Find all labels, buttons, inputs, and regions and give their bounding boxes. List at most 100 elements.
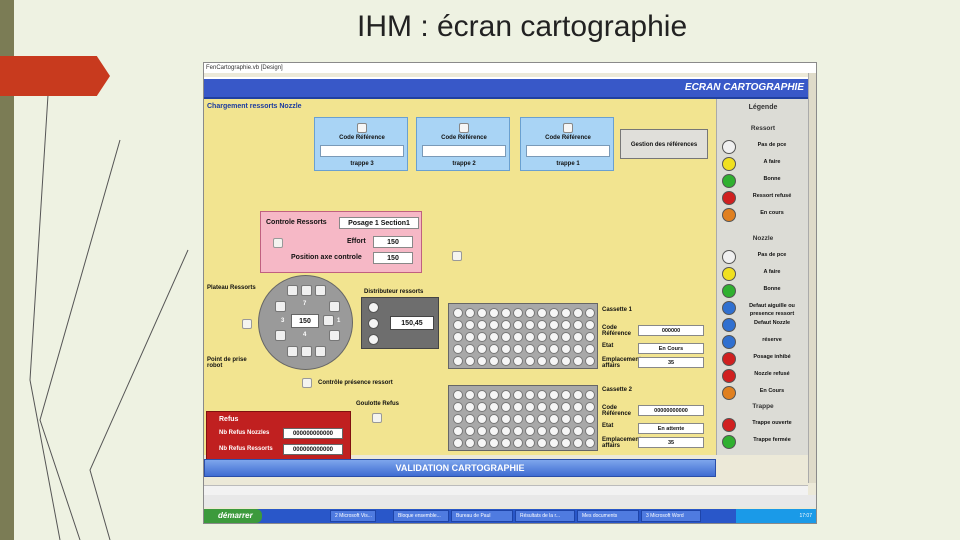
taskbar-item[interactable]: Bloque ensemble...	[393, 510, 449, 522]
cassette-slot[interactable]	[453, 332, 463, 342]
distributeur-slot[interactable]	[368, 302, 379, 313]
cassette-slot[interactable]	[585, 426, 595, 436]
cassette-slot[interactable]	[453, 402, 463, 412]
cassette-slot[interactable]	[549, 414, 559, 424]
cassette-slot[interactable]	[477, 344, 487, 354]
cassette-slot[interactable]	[573, 332, 583, 342]
cassette-slot[interactable]	[525, 320, 535, 330]
cassette-slot[interactable]	[477, 414, 487, 424]
cassette-slot[interactable]	[537, 426, 547, 436]
cassette-slot[interactable]	[561, 426, 571, 436]
cassette-slot[interactable]	[453, 356, 463, 366]
cassette-slot[interactable]	[585, 332, 595, 342]
cassette-slot[interactable]	[573, 390, 583, 400]
cassette-slot[interactable]	[465, 344, 475, 354]
plateau-slot[interactable]	[329, 330, 340, 341]
cassette-slot[interactable]	[573, 356, 583, 366]
cassette-slot[interactable]	[561, 438, 571, 448]
plateau-slot[interactable]	[329, 301, 340, 312]
plateau-slot[interactable]	[275, 301, 286, 312]
cassette-slot[interactable]	[513, 390, 523, 400]
cassette-slot[interactable]	[537, 320, 547, 330]
cassette-slot[interactable]	[585, 308, 595, 318]
taskbar-item[interactable]: 2 Microsoft Vis...	[330, 510, 376, 522]
cassette-slot[interactable]	[525, 402, 535, 412]
plateau-side-checkbox[interactable]	[242, 319, 252, 329]
cassette-slot[interactable]	[525, 438, 535, 448]
cassette-slot[interactable]	[477, 356, 487, 366]
vertical-scrollbar[interactable]	[808, 73, 816, 483]
cassette-slot[interactable]	[453, 414, 463, 424]
cassette-slot[interactable]	[477, 390, 487, 400]
cassette-slot[interactable]	[501, 426, 511, 436]
cassette-slot[interactable]	[561, 344, 571, 354]
cassette-slot[interactable]	[501, 320, 511, 330]
trap-3-code-field[interactable]	[320, 145, 404, 157]
cassette-slot[interactable]	[549, 344, 559, 354]
cassette-slot[interactable]	[465, 332, 475, 342]
cassette-slot[interactable]	[453, 426, 463, 436]
cassette-slot[interactable]	[477, 320, 487, 330]
cassette-slot[interactable]	[537, 308, 547, 318]
trap-2-code-field[interactable]	[422, 145, 506, 157]
cassette-slot[interactable]	[561, 390, 571, 400]
cassette-slot[interactable]	[549, 426, 559, 436]
refus-ressorts-value[interactable]: 000000000000	[283, 444, 343, 455]
horizontal-scrollbar[interactable]	[204, 485, 808, 495]
cassette-slot[interactable]	[513, 438, 523, 448]
cassette-slot[interactable]	[585, 438, 595, 448]
cassette-slot[interactable]	[573, 438, 583, 448]
cassette-slot[interactable]	[489, 308, 499, 318]
cassette-slot[interactable]	[465, 426, 475, 436]
cassette-1-code-value[interactable]: 000000	[638, 325, 704, 336]
cassette-slot[interactable]	[585, 390, 595, 400]
cassette-slot[interactable]	[525, 356, 535, 366]
cassette-slot[interactable]	[453, 308, 463, 318]
cassette-slot[interactable]	[501, 390, 511, 400]
plateau-slot[interactable]	[315, 346, 326, 357]
cassette-slot[interactable]	[537, 332, 547, 342]
validation-cartographie-button[interactable]: VALIDATION CARTOGRAPHIE	[204, 459, 716, 477]
cassette-slot[interactable]	[573, 344, 583, 354]
cassette-slot[interactable]	[573, 320, 583, 330]
cassette-slot[interactable]	[501, 332, 511, 342]
cassette-slot[interactable]	[561, 414, 571, 424]
cassette-slot[interactable]	[513, 426, 523, 436]
plateau-slot[interactable]	[287, 346, 298, 357]
plateau-slot[interactable]	[301, 346, 312, 357]
cassette-slot[interactable]	[513, 308, 523, 318]
cassette-slot[interactable]	[549, 438, 559, 448]
cassette-slot[interactable]	[477, 426, 487, 436]
start-button[interactable]: démarrer	[204, 509, 262, 523]
taskbar-item[interactable]: Mes documents	[577, 510, 639, 522]
cassette-slot[interactable]	[537, 402, 547, 412]
cassette-slot[interactable]	[489, 414, 499, 424]
taskbar-item[interactable]: Bureau de Paul	[451, 510, 513, 522]
cassette-slot[interactable]	[549, 390, 559, 400]
cassette-slot[interactable]	[549, 402, 559, 412]
cassette-slot[interactable]	[489, 438, 499, 448]
plateau-slot[interactable]	[275, 330, 286, 341]
cassette-slot[interactable]	[573, 308, 583, 318]
cassette-slot[interactable]	[549, 356, 559, 366]
cassette-slot[interactable]	[513, 344, 523, 354]
effort-field[interactable]: 150	[373, 236, 413, 248]
cassette-slot[interactable]	[549, 308, 559, 318]
cassette-slot[interactable]	[573, 426, 583, 436]
taskbar-item[interactable]: Résultats de la r...	[515, 510, 575, 522]
cassette-slot[interactable]	[513, 356, 523, 366]
cassette-slot[interactable]	[513, 402, 523, 412]
cassette-slot[interactable]	[525, 332, 535, 342]
cassette-slot[interactable]	[585, 356, 595, 366]
cassette-slot[interactable]	[489, 402, 499, 412]
distributeur-slot[interactable]	[368, 318, 379, 329]
cassette-slot[interactable]	[465, 320, 475, 330]
cassette-slot[interactable]	[489, 356, 499, 366]
cassette-slot[interactable]	[501, 344, 511, 354]
cassette-slot[interactable]	[513, 332, 523, 342]
cassette-slot[interactable]	[585, 414, 595, 424]
cassette-slot[interactable]	[465, 438, 475, 448]
cassette-slot[interactable]	[585, 320, 595, 330]
controle-checkbox[interactable]	[273, 238, 283, 248]
cassette-slot[interactable]	[585, 402, 595, 412]
